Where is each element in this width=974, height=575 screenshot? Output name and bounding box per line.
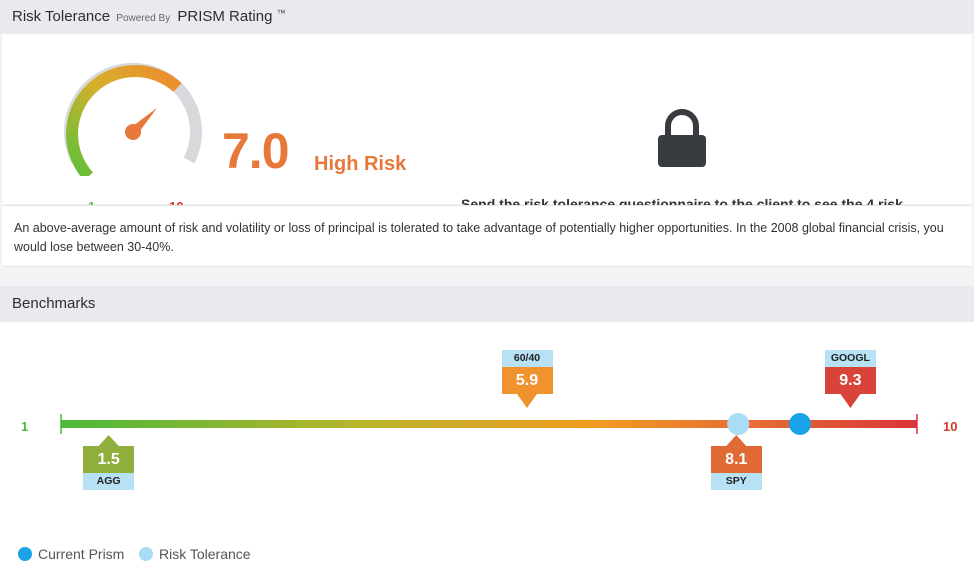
risk-tolerance-panel: 1 10 7.0 High Risk Send the risk toleran… [2, 34, 972, 233]
benchmark-value: 5.9 [501, 367, 553, 394]
prism-rating-brand: PRISM Rating [177, 8, 273, 25]
risk-scale-bar [61, 420, 917, 428]
risk-gauge [64, 62, 202, 176]
legend-risk-tolerance-label: Risk Tolerance [159, 546, 251, 562]
benchmark-value: 1.5 [83, 446, 135, 473]
section-title: Risk Tolerance [12, 8, 111, 25]
benchmark-pointer [840, 394, 861, 408]
risk-score: 7.0 [222, 123, 290, 179]
legend-current-prism: Current Prism [18, 546, 124, 562]
benchmark-pointer [98, 435, 119, 446]
benchmark-pointer [517, 394, 537, 408]
risk-description-box: An above-average amount of risk and vola… [2, 205, 972, 267]
benchmarks-panel: 1 10 1.5 AGG 60/40 5.9 8.1 SPY GOOGL 9.3 Cur [0, 322, 974, 575]
benchmark-label: AGG [83, 473, 135, 490]
lock-icon [658, 109, 706, 167]
risk-tolerance-marker [727, 413, 750, 435]
benchmark-tag-spy[interactable]: 8.1 SPY [710, 446, 762, 490]
benchmarks-header: Benchmarks [0, 286, 974, 322]
risk-tolerance-title: Risk Tolerance Powered By PRISM Rating ™ [12, 8, 286, 25]
benchmark-tag-agg[interactable]: 1.5 AGG [83, 446, 135, 490]
current-prism-marker [789, 413, 811, 435]
gauge-needle [129, 108, 157, 136]
trademark-symbol: ™ [276, 8, 286, 18]
benchmark-pointer [726, 435, 747, 446]
powered-by-label: Powered By [116, 13, 171, 24]
risk-profile-page: Risk Tolerance Powered By PRISM Rating ™… [0, 0, 974, 575]
risk-tolerance-header: Risk Tolerance Powered By PRISM Rating ™ [0, 0, 974, 34]
benchmark-label: 60/40 [501, 350, 553, 367]
gauge-fill [66, 65, 182, 176]
legend-current-prism-label: Current Prism [38, 546, 125, 562]
risk-tolerance-dot [139, 547, 153, 561]
benchmark-label: GOOGL [824, 350, 876, 367]
risk-description: An above-average amount of risk and vola… [14, 221, 944, 254]
benchmark-value: 8.1 [710, 446, 762, 473]
legend-risk-tolerance: Risk Tolerance [139, 546, 251, 562]
benchmark-tag-googl[interactable]: GOOGL 9.3 [824, 350, 876, 394]
benchmark-value: 9.3 [824, 367, 876, 394]
benchmark-label: SPY [710, 473, 762, 490]
benchmark-tag-6040[interactable]: 60/40 5.9 [501, 350, 553, 394]
benchmarks-title: Benchmarks [12, 295, 96, 312]
current-prism-dot [18, 547, 32, 561]
risk-level-label: High Risk [314, 153, 407, 175]
